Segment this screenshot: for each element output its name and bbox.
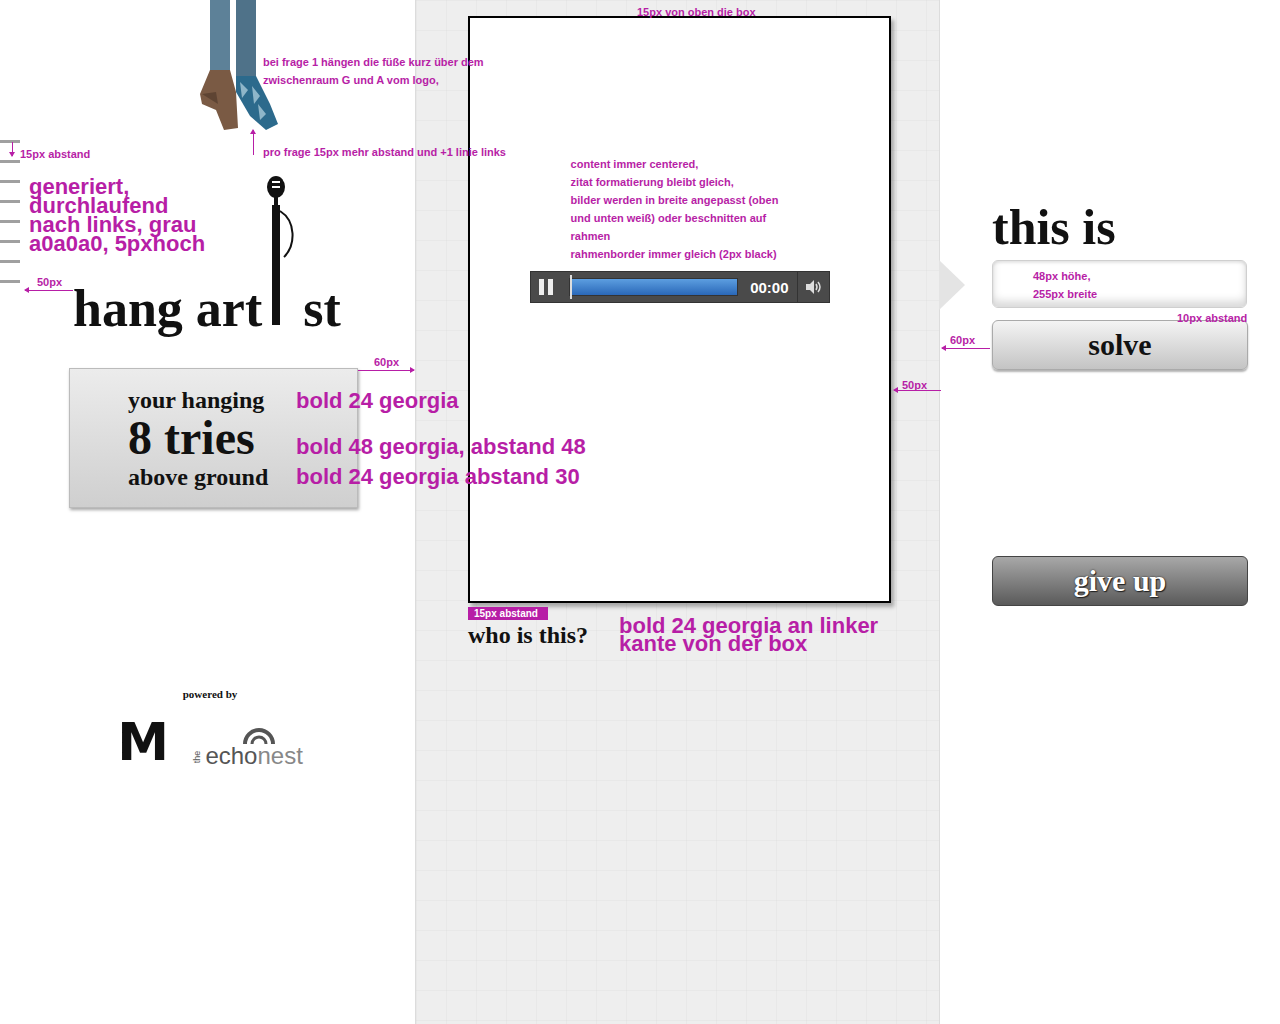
rope-line [0, 220, 20, 223]
echonest-echo: echo [205, 742, 257, 769]
echonest-logo[interactable]: the echonest [191, 722, 303, 768]
arrow-icon [12, 142, 13, 156]
m-logo[interactable]: M [117, 716, 169, 768]
arrow-icon [25, 290, 73, 291]
logo-text: hang art [73, 283, 262, 335]
tries-note: bold 24 georgia abstand 30 [296, 466, 580, 488]
arrow-icon [253, 130, 254, 155]
echo-arc-icon [239, 722, 279, 746]
rope-line [0, 280, 20, 283]
rope-margin-note: 50px [37, 273, 62, 291]
powered-label: powered by [110, 688, 310, 700]
question-box: content immer centered,zitat formatierun… [468, 16, 891, 603]
gap-label: 15px abstand [468, 607, 548, 620]
feet-note: bei frage 1 hängen die füße kurz über de… [263, 53, 484, 89]
rope-line [0, 180, 20, 183]
arrow-icon [894, 390, 941, 391]
echonest-nest: nest [257, 742, 302, 769]
gap-note: 10px abstand [1177, 309, 1247, 327]
powered-logos: M the echonest [110, 716, 310, 768]
side-note: 50px [902, 376, 927, 394]
rope-line [0, 160, 20, 163]
volume-icon [803, 277, 823, 297]
top-note: 15px von oben die box [637, 3, 756, 21]
time: 00:00 [746, 279, 796, 296]
arrow-icon [942, 348, 990, 349]
rope-line [0, 240, 20, 243]
echonest-the: the [192, 751, 202, 764]
feet-spacing-note: pro frage 15px mehr abstand und +1 linie… [263, 143, 506, 161]
give-up-button[interactable]: give up [992, 556, 1248, 606]
progress-knob[interactable] [570, 275, 572, 299]
volume-button[interactable] [797, 272, 829, 302]
tries-margin-note: 60px [374, 353, 399, 371]
question-note: bold 24 georgia an linkerkante von der b… [619, 617, 878, 653]
echonest-word: echonest [205, 722, 302, 768]
answer-input[interactable]: 48px höhe,255px breite [992, 260, 1247, 308]
content-notes: content immer centered,zitat formatierun… [571, 155, 779, 263]
powered-by: powered by M the echonest [110, 688, 310, 768]
input-note: 48px höhe,255px breite [1033, 267, 1097, 303]
audio-player: 00:00 [530, 271, 830, 303]
arrow-icon [358, 370, 414, 371]
pause-button[interactable] [531, 272, 561, 302]
right-column: this is 48px höhe,255px breite solve giv… [940, 0, 1280, 1024]
tries-note: bold 48 georgia, abstand 48 [296, 436, 586, 458]
rope-line [0, 140, 20, 143]
margin-note: 60px [950, 331, 975, 349]
solve-button[interactable]: solve [992, 320, 1248, 370]
rope-note: generiert,durchlaufendnach links, graua0… [29, 177, 205, 253]
progress-track[interactable] [569, 278, 739, 296]
microphone-icon [262, 175, 302, 325]
rope-lines [0, 135, 20, 283]
pointer [939, 260, 965, 310]
logo-text: st [303, 283, 341, 335]
left-column: hang art st your hanging8 triesabove gro… [0, 0, 415, 1024]
pause-icon [539, 279, 553, 295]
rope-line [0, 200, 20, 203]
answer-heading: this is [992, 198, 1280, 256]
rope-spacing-note: 15px abstand [20, 145, 90, 163]
tries-note: bold 24 georgia [296, 390, 459, 412]
page: hang art st your hanging8 triesabove gro… [0, 0, 1280, 1024]
rope-line [0, 260, 20, 263]
